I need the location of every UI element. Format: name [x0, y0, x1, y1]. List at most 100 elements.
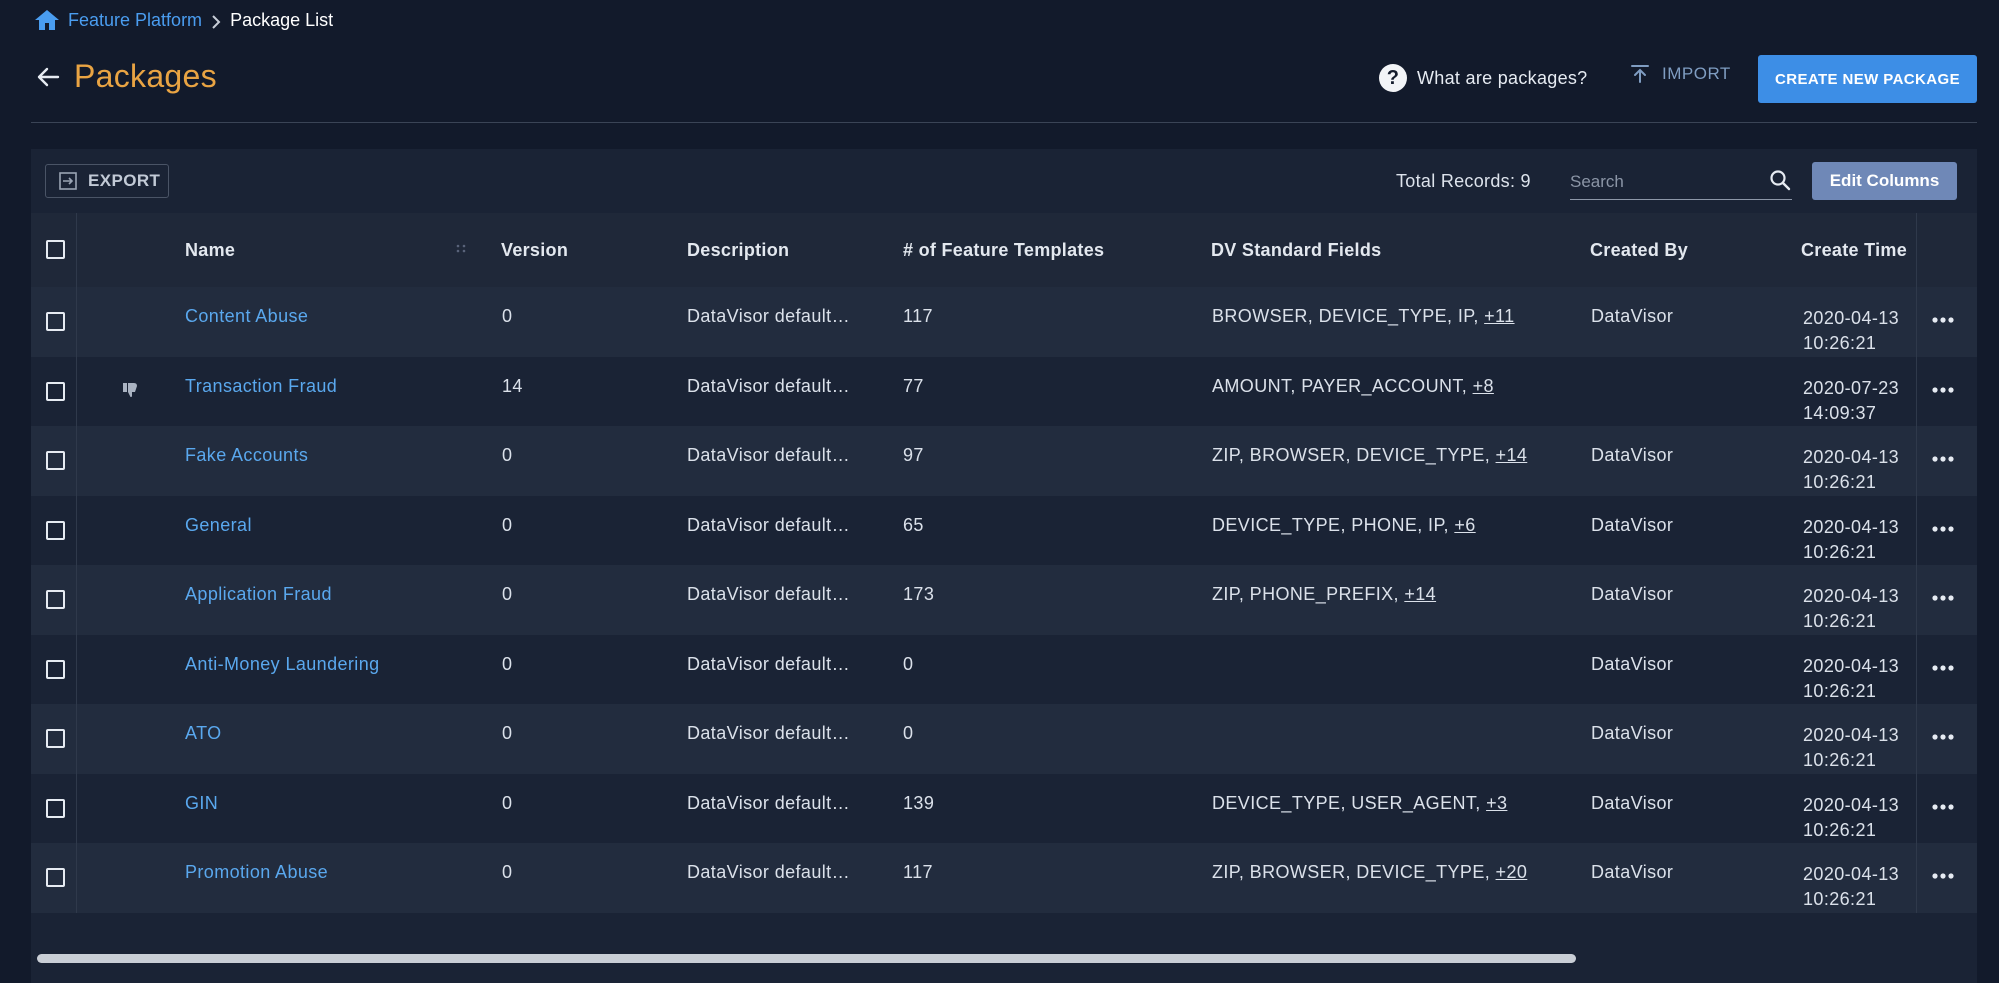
more-actions-icon[interactable]	[1931, 383, 1955, 395]
dv-fields-text: DEVICE_TYPE, USER_AGENT,	[1212, 792, 1487, 813]
row-checkbox[interactable]	[46, 381, 65, 401]
row-checkbox[interactable]	[46, 729, 65, 748]
table-row: Content Abuse 0 DataVisor default … 117 BROW…	[31, 287, 1977, 357]
create-time-cell: 2020-04-13 10:26:21	[1803, 584, 1899, 634]
create-date: 2020-04-13	[1803, 516, 1900, 537]
row-checkbox[interactable]	[46, 798, 65, 818]
feature-templates-cell: 139	[903, 792, 935, 813]
column-header-version[interactable]: Version	[501, 213, 568, 287]
package-name-link[interactable]: Fake Accounts	[185, 445, 308, 466]
row-checkbox[interactable]	[46, 312, 65, 331]
column-header-feature-templates[interactable]: # of Feature Templates	[903, 213, 1104, 287]
more-fields-link[interactable]: +14	[1404, 584, 1436, 604]
export-button[interactable]: EXPORT	[45, 164, 169, 198]
create-date: 2020-04-13	[1803, 864, 1900, 884]
more-fields-link[interactable]: +8	[1473, 376, 1494, 396]
scrollbar-thumb[interactable]	[37, 954, 1576, 963]
import-button[interactable]: IMPORT	[1628, 62, 1731, 86]
create-new-package-button[interactable]: CREATE NEW PACKAGE	[1758, 55, 1977, 103]
table-row: Fake Accounts 0 DataVisor default … 97 ZIP, …	[31, 426, 1977, 496]
export-icon	[59, 172, 77, 190]
search-box	[1570, 163, 1792, 200]
more-actions-icon[interactable]	[1931, 313, 1955, 325]
dv-fields-cell: BROWSER, DEVICE_TYPE, IP, +11	[1212, 306, 1515, 327]
more-actions-icon[interactable]	[1931, 522, 1955, 534]
column-header-created-by[interactable]: Created By	[1590, 213, 1688, 287]
create-time-cell: 2020-04-13 10:26:21	[1803, 723, 1899, 773]
created-by-cell: DataVisor	[1591, 584, 1674, 604]
create-time-cell: 2020-04-13 10:26:21	[1803, 445, 1899, 495]
row-checkbox[interactable]	[46, 520, 65, 540]
version-cell: 0	[502, 584, 513, 604]
drag-handle-icon[interactable]	[455, 242, 467, 258]
created-by-cell: DataVisor	[1591, 792, 1674, 813]
package-name-link[interactable]: Anti-Money Laundering	[185, 654, 380, 675]
home-icon[interactable]	[34, 8, 60, 32]
package-name-link[interactable]: Promotion Abuse	[185, 862, 328, 883]
dv-fields-cell: DEVICE_TYPE, PHONE, IP, +6	[1212, 515, 1476, 536]
create-clock: 10:26:21	[1803, 750, 1877, 770]
create-time-cell: 2020-04-13 10:26:21	[1803, 654, 1899, 704]
dv-fields-text: DEVICE_TYPE, PHONE, IP,	[1212, 514, 1455, 535]
description-cell: DataVisor default …	[687, 514, 854, 535]
more-fields-link[interactable]: +3	[1486, 793, 1507, 813]
horizontal-scrollbar[interactable]	[37, 952, 1971, 964]
feature-templates-cell: 0	[903, 653, 914, 674]
dv-fields-cell: AMOUNT, PAYER_ACCOUNT, +8	[1212, 376, 1494, 397]
package-name-link[interactable]: General	[185, 515, 252, 536]
page-title: Packages	[74, 58, 217, 94]
package-name-link[interactable]: Transaction Fraud	[185, 376, 337, 397]
column-header-description[interactable]: Description	[687, 213, 789, 287]
more-fields-link[interactable]: +20	[1496, 862, 1528, 882]
created-by-cell: DataVisor	[1591, 862, 1674, 882]
row-checkbox[interactable]	[46, 659, 65, 679]
create-time-cell: 2020-07-23 14:09:37	[1803, 376, 1899, 426]
thumbs-down-icon	[121, 379, 141, 399]
row-checkbox[interactable]	[46, 868, 65, 887]
breadcrumb-package-list: Package List	[230, 9, 334, 30]
more-actions-icon[interactable]	[1931, 591, 1955, 603]
search-icon[interactable]	[1768, 168, 1792, 192]
package-name-link[interactable]: GIN	[185, 793, 218, 814]
more-actions-icon[interactable]	[1931, 661, 1955, 673]
create-date: 2020-04-13	[1803, 794, 1900, 815]
created-by-cell: DataVisor	[1591, 514, 1674, 535]
feature-templates-cell: 77	[903, 375, 924, 396]
column-header-dv-standard-fields[interactable]: DV Standard Fields	[1211, 213, 1381, 287]
create-clock: 10:26:21	[1803, 611, 1877, 631]
column-header-create-time[interactable]: Create Time	[1801, 213, 1907, 287]
table-row: Transaction Fraud 14 DataVisor default … 77…	[31, 356, 1977, 426]
row-checkbox[interactable]	[46, 451, 65, 470]
import-label: IMPORT	[1662, 64, 1731, 83]
column-header-name[interactable]: Name	[185, 213, 235, 287]
help-link[interactable]: ? What are packages?	[1379, 64, 1588, 92]
more-actions-icon[interactable]	[1931, 452, 1955, 464]
create-date: 2020-04-13	[1803, 447, 1900, 467]
more-actions-icon[interactable]	[1931, 869, 1955, 881]
more-fields-link[interactable]: +11	[1484, 306, 1514, 326]
dv-fields-cell: ZIP, PHONE_PREFIX, +14	[1212, 584, 1436, 605]
row-checkbox[interactable]	[46, 590, 65, 609]
search-input[interactable]	[1570, 169, 1760, 195]
more-actions-icon[interactable]	[1931, 800, 1955, 812]
package-name-link[interactable]: Content Abuse	[185, 306, 308, 327]
more-actions-icon[interactable]	[1931, 730, 1955, 742]
back-arrow-icon[interactable]	[35, 64, 61, 90]
export-label: EXPORT	[88, 171, 161, 190]
version-cell: 0	[502, 862, 513, 882]
more-fields-link[interactable]: +14	[1496, 445, 1528, 465]
breadcrumb-feature-platform[interactable]: Feature Platform	[68, 10, 202, 31]
dv-fields-text: AMOUNT, PAYER_ACCOUNT,	[1212, 375, 1473, 396]
page: Feature Platform Package List Packages ?…	[0, 0, 1999, 983]
version-cell: 0	[502, 514, 513, 535]
description-cell: DataVisor default …	[687, 862, 854, 882]
packages-panel: EXPORT Total Records: 9 Edit Columns Nam…	[31, 149, 1977, 983]
edit-columns-button[interactable]: Edit Columns	[1812, 162, 1957, 200]
package-name-link[interactable]: Application Fraud	[185, 584, 332, 605]
version-cell: 0	[502, 792, 513, 813]
select-all-checkbox[interactable]	[46, 240, 65, 259]
more-fields-link[interactable]: +6	[1454, 515, 1475, 535]
create-date: 2020-04-13	[1803, 655, 1900, 676]
table-row: Promotion Abuse 0 DataVisor default … 117 ZI…	[31, 843, 1977, 913]
package-name-link[interactable]: ATO	[185, 723, 222, 744]
